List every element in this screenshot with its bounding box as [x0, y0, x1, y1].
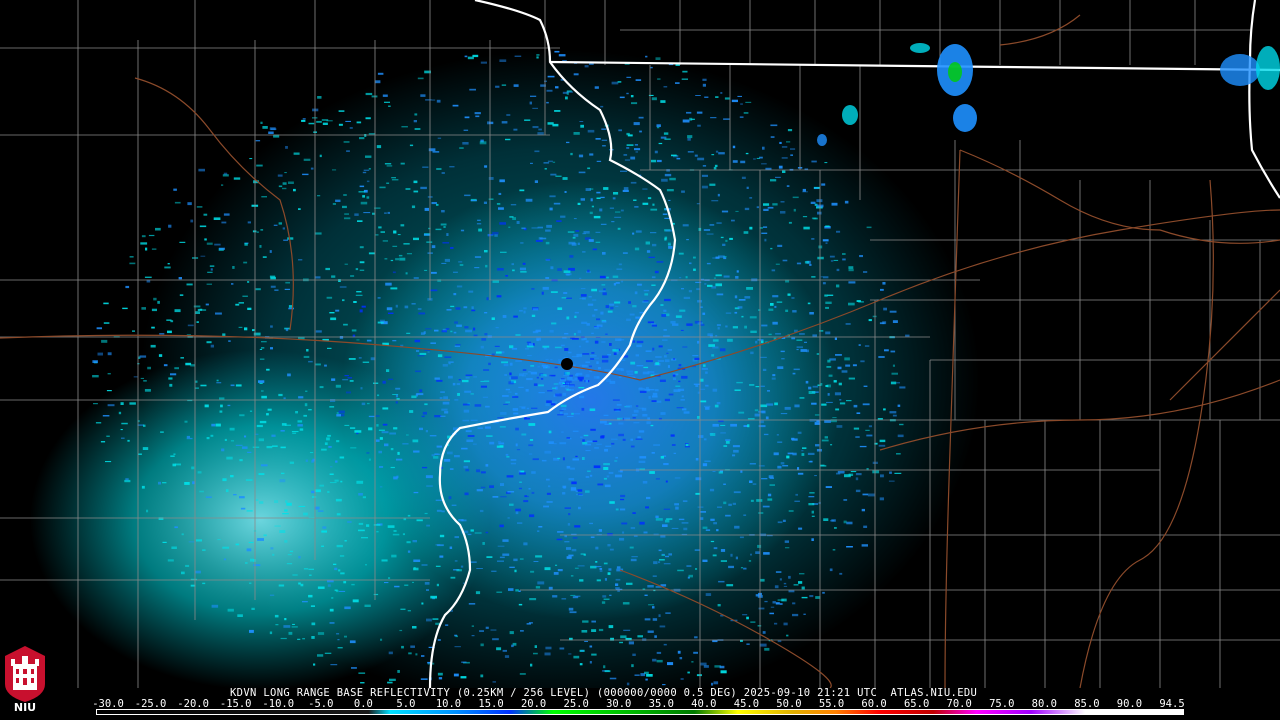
- reflectivity-color-bar: [96, 709, 1184, 715]
- radar-site-marker: [561, 358, 573, 370]
- niu-logo: NIU: [3, 646, 47, 718]
- niu-logo-text: NIU: [13, 701, 37, 714]
- storm-cells: [817, 43, 1280, 146]
- radar-map: [0, 0, 1280, 688]
- niu-logo-icon: [5, 646, 45, 702]
